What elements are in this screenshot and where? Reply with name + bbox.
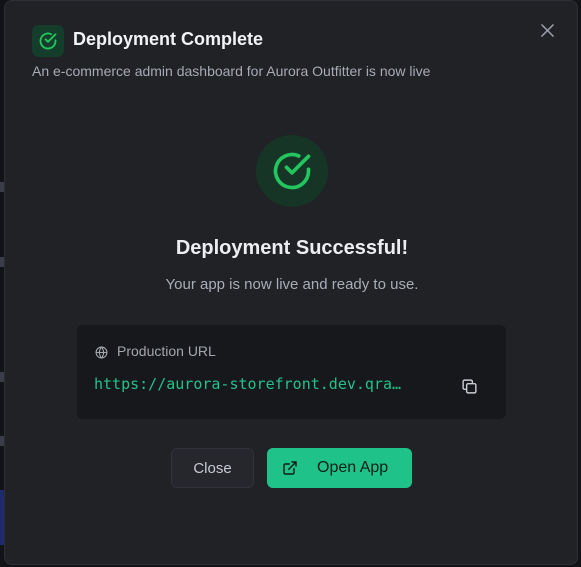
check-circle-icon xyxy=(32,25,64,57)
deployment-dialog: Deployment Complete An e-commerce admin … xyxy=(4,0,578,565)
production-url-box: Production URL https://aurora-storefront… xyxy=(77,325,506,419)
open-app-button[interactable]: Open App xyxy=(267,448,412,488)
close-button[interactable]: Close xyxy=(171,448,254,488)
open-app-label: Open App xyxy=(317,459,389,476)
dialog-subtitle: An e-commerce admin dashboard for Aurora… xyxy=(32,63,431,79)
success-check-icon xyxy=(256,135,328,207)
production-url-label: Production URL xyxy=(117,343,216,359)
globe-icon xyxy=(94,345,108,359)
close-icon[interactable] xyxy=(538,21,556,39)
success-message: Your app is now live and ready to use. xyxy=(165,276,419,293)
external-link-icon xyxy=(281,459,299,477)
production-url-value[interactable]: https://aurora-storefront.dev.qra… xyxy=(94,375,434,393)
success-heading: Deployment Successful! xyxy=(175,237,409,259)
copy-icon[interactable] xyxy=(455,372,483,400)
dialog-title: Deployment Complete xyxy=(73,29,264,49)
